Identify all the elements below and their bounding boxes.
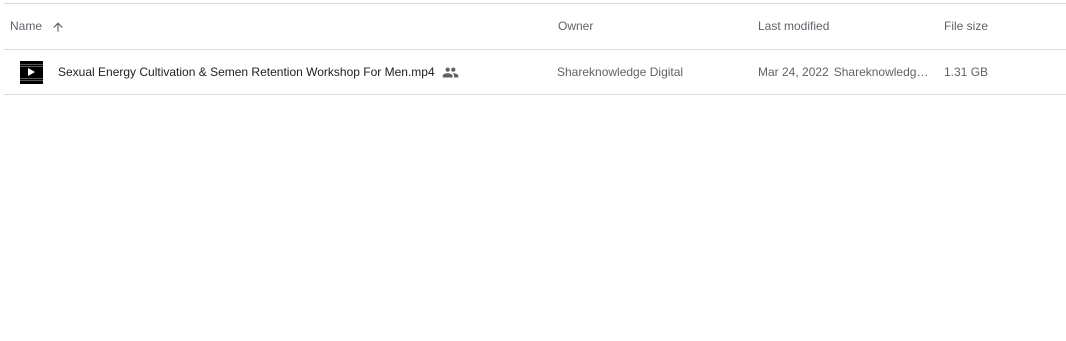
file-owner: Shareknowledge Digital	[557, 65, 684, 79]
column-header-name-label[interactable]: Name	[10, 4, 42, 49]
arrow-up-icon[interactable]	[46, 15, 70, 39]
shared-people-icon	[442, 64, 459, 81]
video-thumbnail-icon	[20, 60, 43, 84]
column-header-file-size[interactable]: File size	[944, 4, 988, 49]
file-size: 1.31 GB	[944, 65, 989, 79]
file-name-cell[interactable]: Sexual Energy Cultivation & Semen Retent…	[20, 50, 459, 94]
column-header-last-modified[interactable]: Last modified	[758, 4, 829, 49]
column-header-row: Name Owner Last modified File size	[4, 4, 1066, 50]
column-header-name[interactable]: Name	[10, 4, 70, 49]
file-last-modified: Mar 24, 2022 Shareknowledge Digital	[758, 50, 931, 94]
modified-date: Mar 24, 2022	[758, 65, 829, 79]
file-list: Name Owner Last modified File size Sexua…	[0, 0, 1066, 341]
modified-by: Shareknowledge Digital	[833, 65, 931, 79]
column-header-owner[interactable]: Owner	[558, 4, 593, 49]
file-row[interactable]: Sexual Energy Cultivation & Semen Retent…	[4, 50, 1066, 95]
file-name[interactable]: Sexual Energy Cultivation & Semen Retent…	[58, 50, 435, 94]
